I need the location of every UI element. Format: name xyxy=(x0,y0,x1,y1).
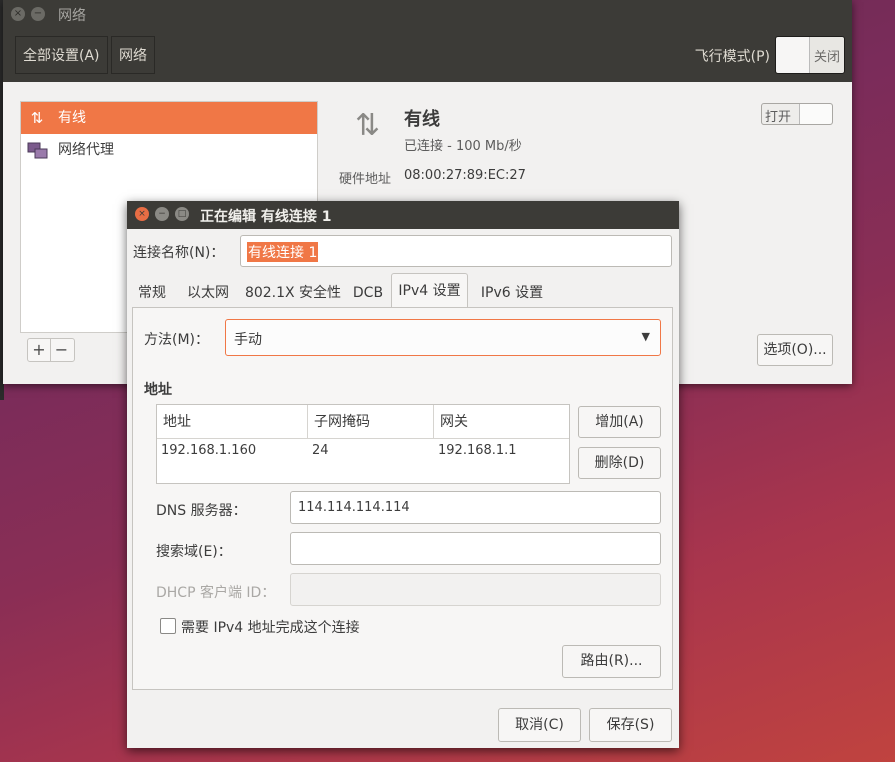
dhcp-client-id-input xyxy=(290,573,661,606)
window-title: 网络 xyxy=(58,8,86,24)
device-list-actions: + − xyxy=(27,338,75,362)
remove-device-button[interactable]: − xyxy=(50,339,72,361)
breadcrumb-network[interactable]: 网络 xyxy=(111,36,155,74)
dns-input[interactable]: 114.114.114.114 xyxy=(290,491,661,524)
address-table: 地址 子网掩码 网关 192.168.1.160 24 192.168.1.1 xyxy=(156,404,570,484)
dialog-titlebar: × − □ 正在编辑 有线连接 1 xyxy=(127,201,679,229)
require-ipv4-label[interactable]: 需要 IPv4 地址完成这个连接 xyxy=(181,617,360,637)
column-header-address[interactable]: 地址 xyxy=(157,405,308,439)
table-cell-netmask[interactable]: 24 xyxy=(308,439,329,463)
column-header-netmask[interactable]: 子网掩码 xyxy=(308,405,434,439)
sidebar-item-wired[interactable]: ⇅ 有线 xyxy=(21,102,317,134)
method-label: 方法(M)： xyxy=(144,332,210,348)
add-device-button[interactable]: + xyxy=(28,339,50,361)
hardware-address-label: 硬件地址 xyxy=(339,172,392,187)
sidebar-item-label: 有线 xyxy=(58,110,86,126)
close-icon[interactable]: × xyxy=(11,7,25,21)
device-title: 有线 xyxy=(404,109,440,130)
tab-8021x-security[interactable]: 802.1X 安全性 xyxy=(242,279,344,307)
device-status: 已连接 - 100 Mb/秒 xyxy=(404,139,522,154)
column-header-gateway[interactable]: 网关 xyxy=(434,405,569,439)
wired-toggle-switch[interactable]: 打开 xyxy=(761,103,833,125)
delete-address-button[interactable]: 删除(D) xyxy=(578,447,661,479)
wired-network-icon: ⇅ xyxy=(30,109,44,127)
tab-dcb[interactable]: DCB xyxy=(348,279,388,307)
connection-name-value: 有线连接 1 xyxy=(247,242,319,262)
window-toolbar: 全部设置(A) 网络 飞行模式(P) 关闭 xyxy=(3,28,852,82)
airplane-mode-label: 飞行模式(P) xyxy=(694,49,770,65)
network-proxy-icon xyxy=(27,141,48,159)
dns-label: DNS 服务器： xyxy=(156,503,247,519)
table-cell-address[interactable]: 192.168.1.160 xyxy=(157,439,256,463)
tab-ipv4-settings[interactable]: IPv4 设置 xyxy=(391,273,468,307)
add-address-button[interactable]: 增加(A) xyxy=(578,406,661,438)
tab-ethernet[interactable]: 以太网 xyxy=(178,279,238,307)
switch-knob xyxy=(776,37,810,73)
wired-network-icon: ⇅ xyxy=(355,108,381,143)
chevron-down-icon: ▼ xyxy=(641,330,650,343)
minimize-icon[interactable]: − xyxy=(31,7,45,21)
save-button[interactable]: 保存(S) xyxy=(589,708,672,742)
connection-name-input[interactable]: 有线连接 1 xyxy=(240,235,672,267)
search-domains-label: 搜索域(E)： xyxy=(156,544,232,560)
table-cell-gateway[interactable]: 192.168.1.1 xyxy=(434,439,517,463)
switch-state: 打开 xyxy=(765,110,792,125)
dialog-title: 正在编辑 有线连接 1 xyxy=(200,209,332,225)
dns-value: 114.114.114.114 xyxy=(298,500,410,515)
window-titlebar: × − 网络 xyxy=(3,0,852,28)
all-settings-button[interactable]: 全部设置(A) xyxy=(15,36,108,74)
switch-knob xyxy=(799,104,832,124)
sidebar-item-label: 网络代理 xyxy=(58,142,114,158)
tab-ipv6-settings[interactable]: IPv6 设置 xyxy=(472,279,552,307)
airplane-mode-state: 关闭 xyxy=(813,50,840,65)
connection-name-label: 连接名称(N)： xyxy=(133,245,225,261)
require-ipv4-checkbox[interactable] xyxy=(160,618,176,634)
method-value: 手动 xyxy=(234,332,262,348)
edit-connection-dialog: × − □ 正在编辑 有线连接 1 连接名称(N)： 有线连接 1 常规 以太网… xyxy=(127,201,679,748)
close-icon[interactable]: × xyxy=(135,207,149,221)
address-heading: 地址 xyxy=(144,382,172,398)
cancel-button[interactable]: 取消(C) xyxy=(498,708,581,742)
method-select[interactable]: 手动 ▼ xyxy=(225,319,661,356)
sidebar-item-proxy[interactable]: 网络代理 xyxy=(21,134,317,166)
search-domains-input[interactable] xyxy=(290,532,661,565)
routes-button[interactable]: 路由(R)... xyxy=(562,645,661,678)
tab-general[interactable]: 常规 xyxy=(132,279,172,307)
dhcp-client-id-label: DHCP 客户端 ID： xyxy=(156,585,276,601)
airplane-mode-switch[interactable]: 关闭 xyxy=(775,36,845,74)
options-button[interactable]: 选项(O)... xyxy=(757,334,833,366)
minimize-icon[interactable]: − xyxy=(155,207,169,221)
maximize-icon[interactable]: □ xyxy=(175,207,189,221)
hardware-address-value: 08:00:27:89:EC:27 xyxy=(404,168,526,183)
